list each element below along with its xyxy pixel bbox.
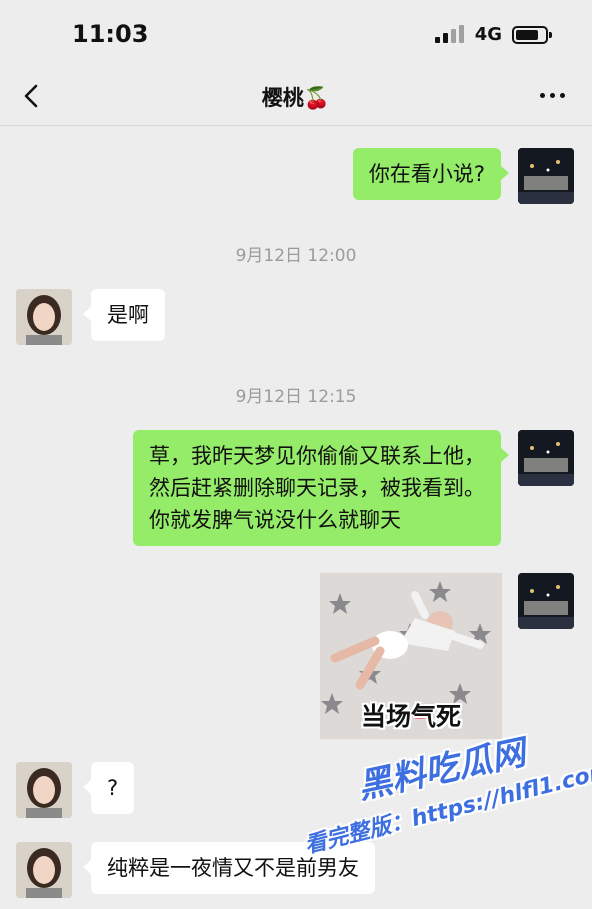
message-timestamp: 9月12日 12:15 [235, 387, 357, 407]
sticker-caption: 当场气死 [360, 702, 461, 731]
message-line: 你就发脾气说没什么就聊天 [149, 508, 401, 532]
status-time: 11:03 [72, 20, 149, 48]
my-avatar[interactable] [518, 430, 574, 486]
contact-avatar[interactable] [16, 762, 72, 818]
contact-avatar[interactable] [16, 289, 72, 345]
status-icons: 4G [434, 24, 552, 45]
my-avatar[interactable] [518, 573, 574, 629]
message-bubble-sent[interactable]: 草，我昨天梦见你偷偷又联系上他， 然后赶紧删除聊天记录，被我看到。 你就发脾气说… [133, 430, 509, 546]
message-timestamp: 9月12日 12:00 [235, 246, 357, 266]
status-bar: 11:03 4G [0, 0, 592, 68]
sticker-image[interactable]: 当场气死 [320, 573, 502, 739]
message-bubble-received[interactable]: 是啊 [83, 289, 165, 341]
signal-icon [434, 24, 465, 45]
message-bubble-sent[interactable]: 你在看小说? [352, 148, 510, 200]
chat-title: 樱桃🍒 [261, 86, 331, 110]
message-bubble-received[interactable]: ? [82, 762, 135, 814]
network-type: 4G [474, 24, 502, 45]
my-avatar[interactable] [518, 148, 574, 204]
more-dots-icon [539, 92, 545, 98]
message-line: 然后赶紧删除聊天记录，被我看到。 [149, 476, 485, 500]
battery-icon [512, 25, 552, 44]
chat-header: 樱桃🍒 [0, 68, 592, 126]
contact-avatar[interactable] [16, 842, 72, 898]
more-options-button[interactable] [532, 80, 572, 110]
message-line: 草，我昨天梦见你偷偷又联系上他， [149, 444, 485, 468]
